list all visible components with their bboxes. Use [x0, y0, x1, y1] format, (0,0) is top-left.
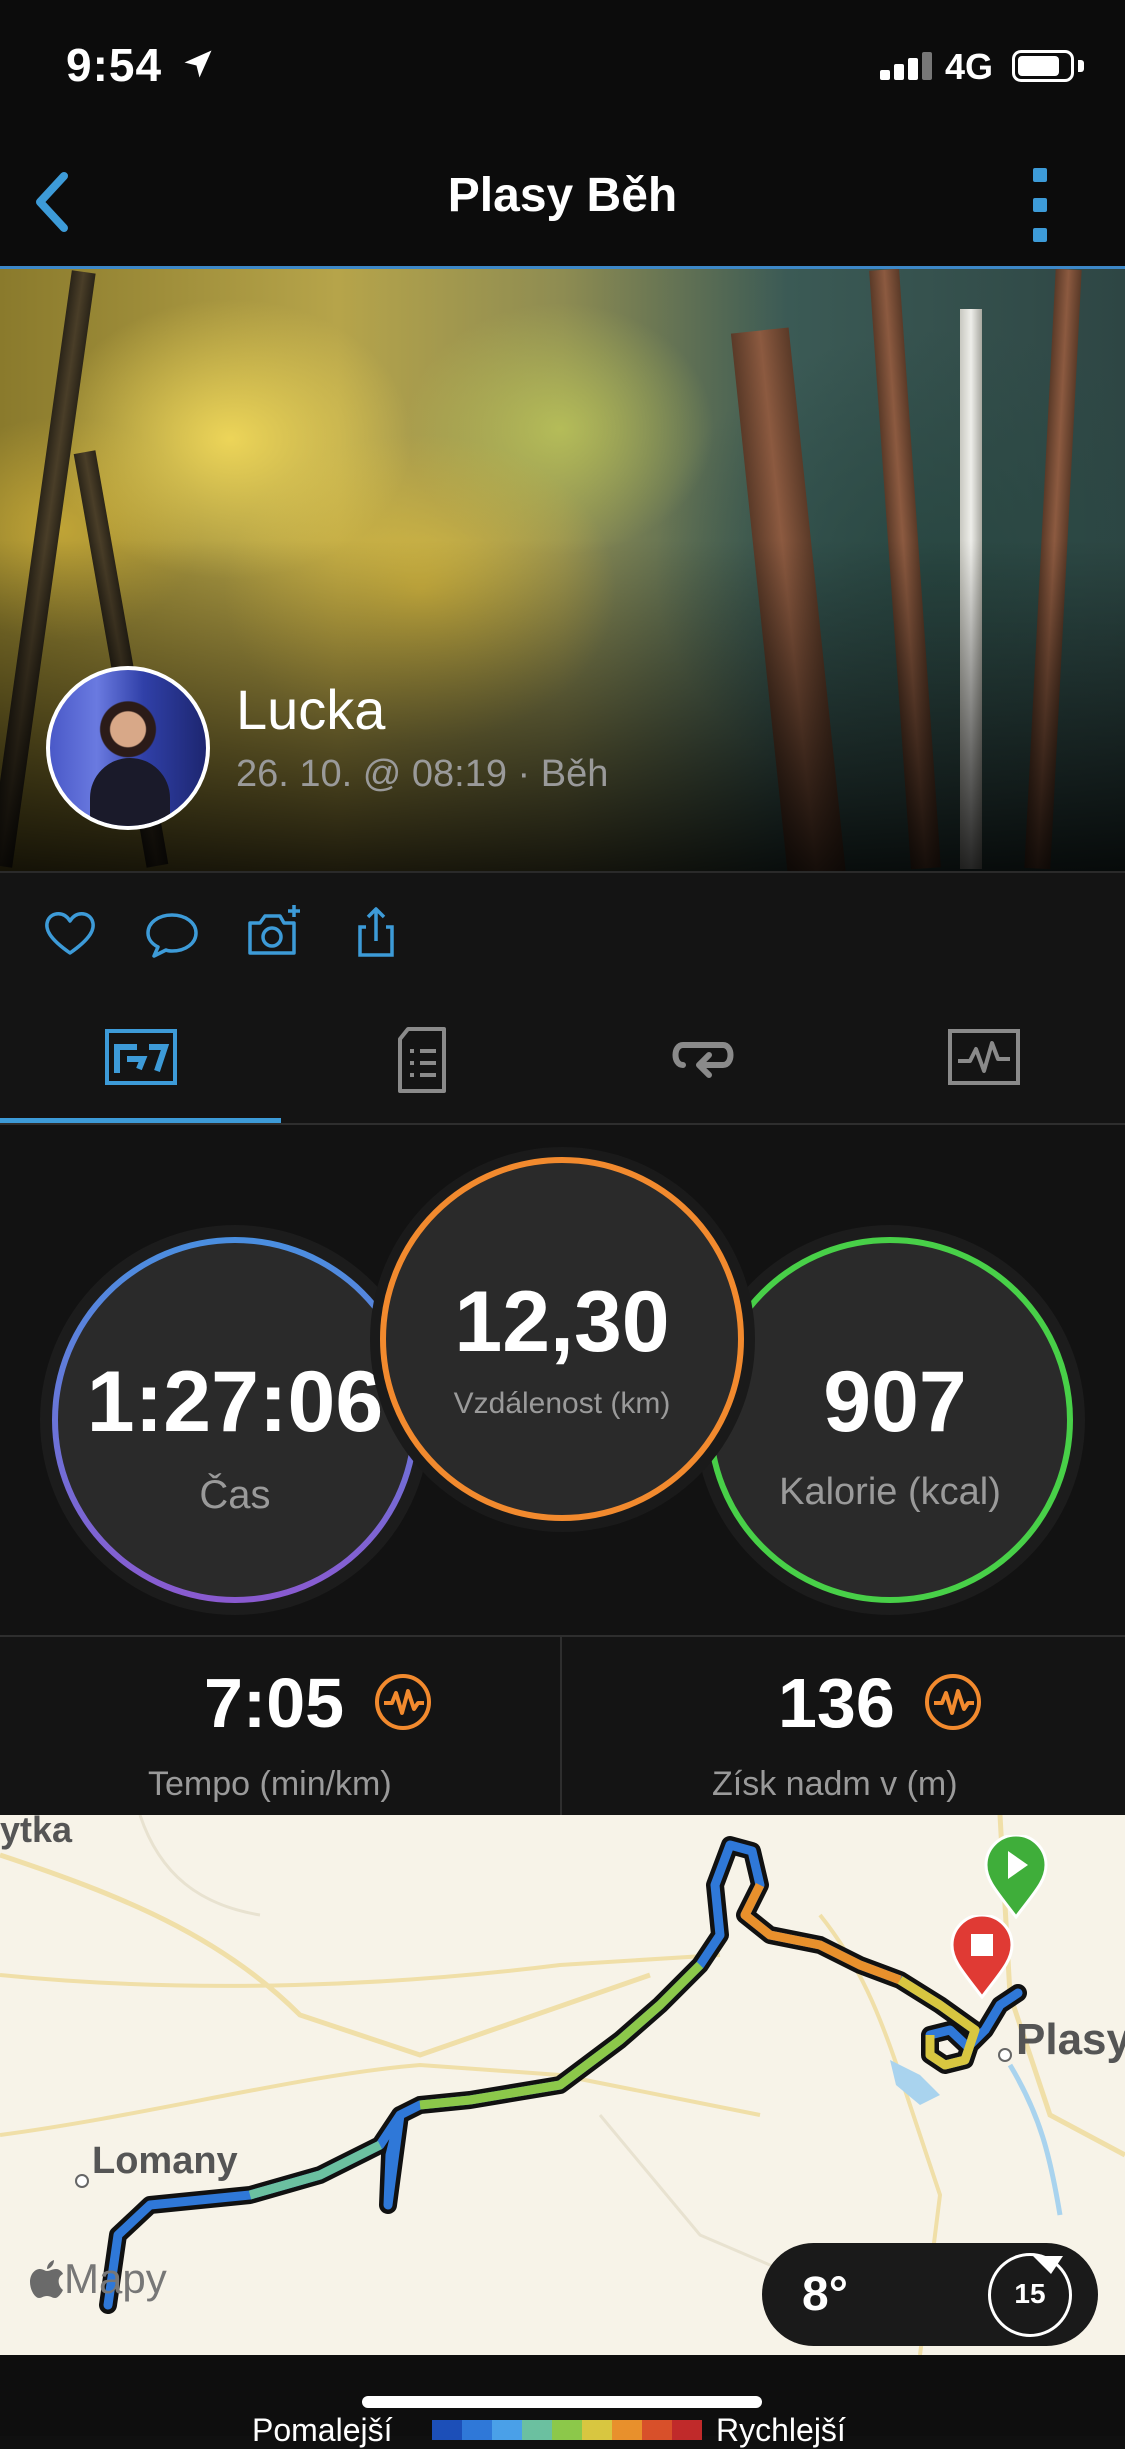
ring-calories[interactable]: 907 Kalorie (kcal)	[707, 1237, 1073, 1603]
add-photo-icon[interactable]	[244, 903, 304, 963]
pace-value: 7:05	[204, 1664, 345, 1742]
stats-row: 7:05 Tempo (min/km) 136 Získ nadm v (m)	[0, 1635, 1125, 1817]
legend-slower-label: Pomalejší	[252, 2412, 393, 2448]
map-label-top-left: ytka	[0, 1815, 73, 1850]
apple-logo-icon	[30, 2260, 63, 2298]
cellular-signal-icon	[880, 52, 936, 80]
ring-time[interactable]: 1:27:06 Čas	[52, 1237, 418, 1603]
laps-tab-icon	[672, 1042, 734, 1078]
location-arrow-icon	[184, 50, 212, 78]
action-row	[0, 871, 1125, 995]
tab-overview[interactable]	[0, 993, 281, 1123]
legend-swatch-8	[672, 2420, 702, 2440]
pace-color-scale	[432, 2420, 702, 2440]
chart-tab-icon	[948, 1029, 1020, 1085]
network-type: 4G	[945, 46, 994, 87]
tab-stats[interactable]	[281, 993, 562, 1123]
heart-icon[interactable]	[40, 903, 100, 963]
legend-swatch-3	[522, 2420, 552, 2440]
time-label: Čas	[199, 1473, 271, 1517]
finish-marker-icon[interactable]	[950, 1915, 1014, 1999]
map-label-plasy: Plasy	[1016, 2015, 1125, 2064]
overview-tab-icon	[105, 1029, 177, 1085]
legend-swatch-5	[582, 2420, 612, 2440]
activity-tabs	[0, 993, 1125, 1125]
map-label-lomany: Lomany	[92, 2140, 238, 2182]
active-tab-indicator	[0, 1118, 281, 1123]
share-icon[interactable]	[346, 903, 406, 963]
time-value: 1:27:06	[86, 1354, 384, 1450]
tab-charts[interactable]	[843, 993, 1124, 1123]
calories-value: 907	[823, 1354, 967, 1450]
home-indicator[interactable]	[362, 2396, 762, 2408]
ring-distance[interactable]: 12,30 Vzdálenost (km)	[380, 1157, 744, 1521]
map-attribution: Mapy	[64, 2255, 167, 2302]
more-options-icon[interactable]	[1020, 162, 1060, 246]
activity-cover-photo: Lucka 26. 10. @ 08:19 · Běh	[0, 269, 1125, 871]
wind-dial-icon: 15	[988, 2253, 1072, 2337]
legend-swatch-0	[432, 2420, 462, 2440]
document-tab-icon	[398, 1027, 446, 1093]
legend-swatch-2	[492, 2420, 522, 2440]
legend-swatch-4	[552, 2420, 582, 2440]
legend-swatch-1	[462, 2420, 492, 2440]
wind-value: 15	[1014, 2278, 1046, 2309]
user-name[interactable]: Lucka	[236, 677, 385, 742]
tab-laps[interactable]	[562, 993, 843, 1123]
status-time: 9:54	[66, 39, 163, 91]
elevation-label: Získ nadm v (m)	[712, 1765, 958, 1803]
comment-icon[interactable]	[142, 903, 202, 963]
legend-swatch-7	[642, 2420, 672, 2440]
start-marker-icon[interactable]	[984, 1835, 1048, 1919]
legend-faster-label: Rychlejší	[716, 2412, 846, 2448]
nav-bar: Plasy Běh	[0, 140, 1125, 269]
summary-rings: 1:27:06 Čas 907 Kalorie (kcal) 12,30 Vzd…	[0, 1125, 1125, 1635]
elevation-value: 136	[778, 1664, 895, 1742]
pace-label: Tempo (min/km)	[148, 1765, 392, 1803]
weather-pill[interactable]: 8° 15	[762, 2243, 1098, 2346]
distance-value: 12,30	[454, 1274, 670, 1370]
activity-meta: 26. 10. @ 08:19 · Běh	[236, 753, 609, 795]
elevation-pulse-icon[interactable]	[924, 1673, 982, 1731]
pace-pulse-icon[interactable]	[374, 1673, 432, 1731]
battery-nub	[1078, 60, 1084, 72]
weather-temp: 8°	[802, 2268, 848, 2321]
distance-label: Vzdálenost (km)	[453, 1387, 671, 1420]
page-title: Plasy Běh	[447, 169, 678, 222]
stats-divider	[560, 1637, 562, 1815]
battery-icon	[1012, 50, 1074, 82]
avatar[interactable]	[46, 666, 210, 830]
calories-label: Kalorie (kcal)	[779, 1471, 1001, 1513]
legend-swatch-6	[612, 2420, 642, 2440]
